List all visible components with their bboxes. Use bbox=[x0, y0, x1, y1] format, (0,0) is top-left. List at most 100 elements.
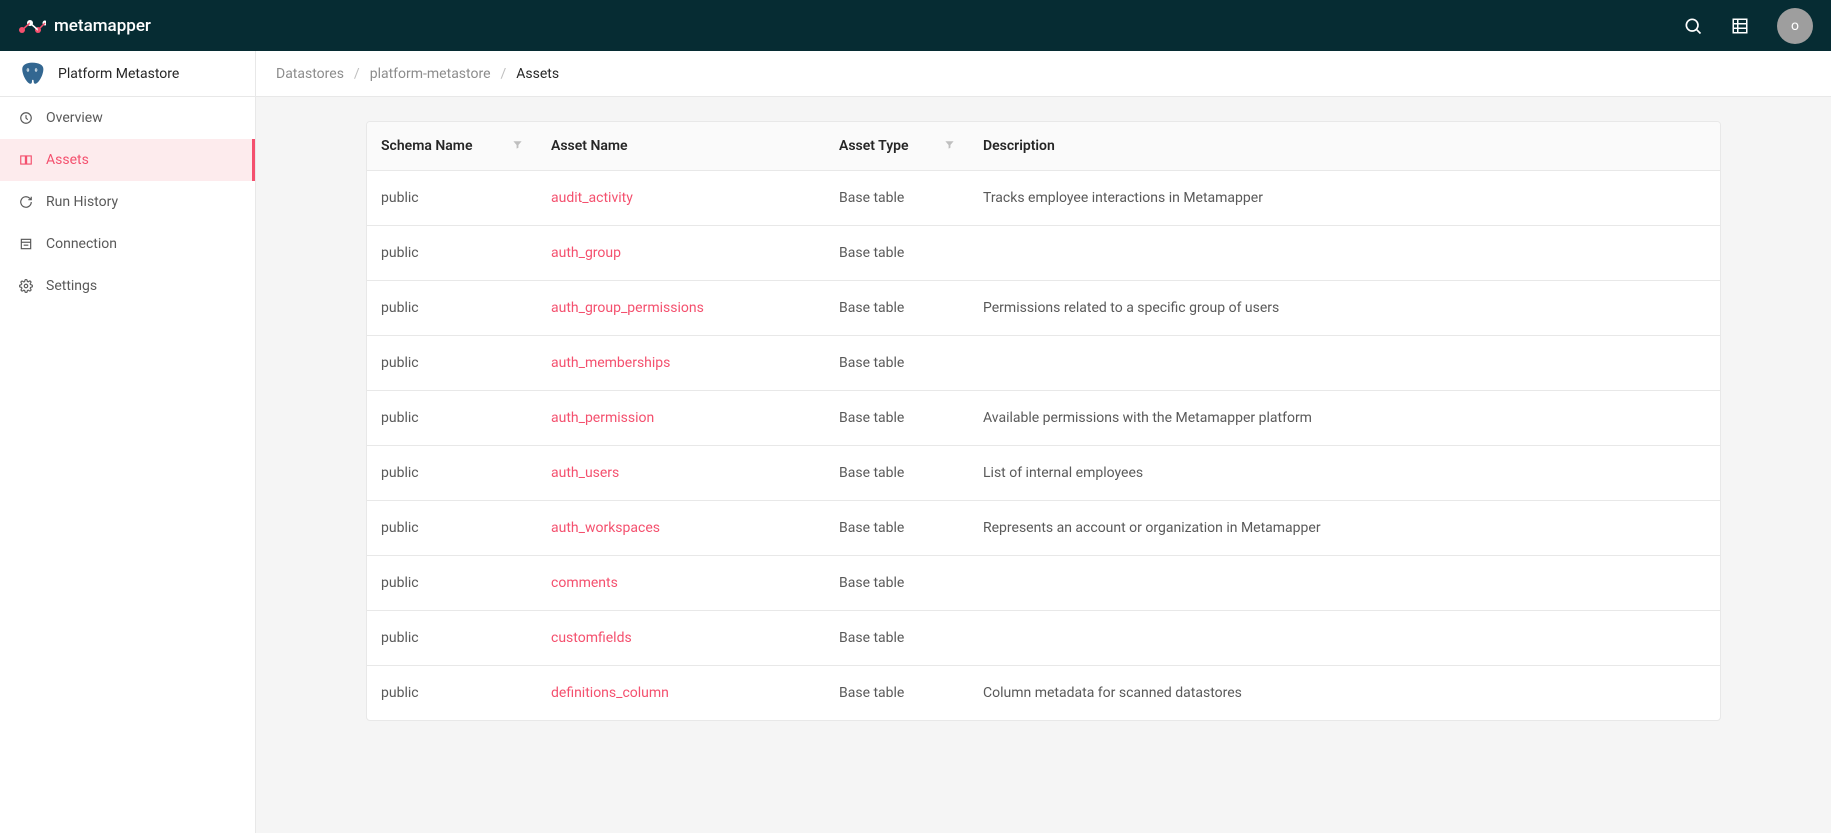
cell-schema: public bbox=[367, 501, 537, 556]
cell-asset: customfields bbox=[537, 611, 825, 666]
cell-description: Available permissions with the Metamappe… bbox=[969, 391, 1720, 446]
breadcrumb: Datastores / platform-metastore / Assets bbox=[256, 51, 1831, 97]
cell-description: Column metadata for scanned datastores bbox=[969, 666, 1720, 721]
list-icon[interactable] bbox=[1731, 17, 1749, 35]
cell-schema: public bbox=[367, 171, 537, 226]
table-row: public auth_users Base tableList of intern… bbox=[367, 446, 1720, 501]
cell-asset: auth_group bbox=[537, 226, 825, 281]
sidebar-nav: Overview Assets Run History Connection bbox=[0, 97, 255, 307]
main: Datastores / platform-metastore / Assets… bbox=[256, 51, 1831, 833]
cell-asset: auth_workspaces bbox=[537, 501, 825, 556]
table-row: public comments Base table bbox=[367, 556, 1720, 611]
cell-schema: public bbox=[367, 391, 537, 446]
header-right: o bbox=[1683, 8, 1813, 44]
column-header-label: Asset Type bbox=[839, 138, 909, 154]
breadcrumb-separator: / bbox=[354, 66, 360, 82]
postgres-icon bbox=[18, 60, 46, 88]
cell-schema: public bbox=[367, 226, 537, 281]
asset-link[interactable]: auth_group bbox=[551, 245, 621, 261]
cell-description: List of internal employees bbox=[969, 446, 1720, 501]
cell-description: Tracks employee interactions in Metamapp… bbox=[969, 171, 1720, 226]
logo-icon bbox=[18, 18, 46, 34]
column-header-type[interactable]: Asset Type bbox=[825, 122, 969, 171]
cell-description bbox=[969, 336, 1720, 391]
cell-type: Base table bbox=[825, 446, 969, 501]
cell-schema: public bbox=[367, 611, 537, 666]
profile-icon bbox=[18, 237, 34, 251]
sidebar-item-settings[interactable]: Settings bbox=[0, 265, 255, 307]
brand-logo[interactable]: metamapper bbox=[18, 16, 151, 36]
asset-link[interactable]: audit_activity bbox=[551, 190, 633, 206]
cell-asset: auth_permission bbox=[537, 391, 825, 446]
breadcrumb-item[interactable]: Datastores bbox=[276, 66, 344, 82]
cell-asset: auth_group_permissions bbox=[537, 281, 825, 336]
table-row: publiccustomfieldsBase table bbox=[367, 611, 1720, 666]
column-header-label: Asset Name bbox=[551, 138, 628, 154]
asset-link[interactable]: auth_workspaces bbox=[551, 520, 660, 536]
sidebar-item-label: Assets bbox=[46, 152, 89, 168]
table-row: public audit_activity Base tableTracks emp… bbox=[367, 171, 1720, 226]
breadcrumb-separator: / bbox=[501, 66, 507, 82]
search-icon[interactable] bbox=[1683, 16, 1703, 36]
column-header-asset[interactable]: Asset Name bbox=[537, 122, 825, 171]
asset-link[interactable]: comments bbox=[551, 575, 618, 591]
breadcrumb-item-current: Assets bbox=[516, 66, 559, 82]
asset-link[interactable]: auth_memberships bbox=[551, 355, 670, 371]
column-header-schema[interactable]: Schema Name bbox=[367, 122, 537, 171]
breadcrumb-item[interactable]: platform-metastore bbox=[370, 66, 491, 82]
dashboard-icon bbox=[18, 111, 34, 125]
assets-table: Schema Name Asset Name bbox=[367, 122, 1720, 720]
asset-link[interactable]: definitions_column bbox=[551, 685, 669, 701]
filter-icon[interactable] bbox=[944, 139, 955, 153]
table-row: public auth_group Base table bbox=[367, 226, 1720, 281]
brand-name: metamapper bbox=[54, 16, 151, 36]
sidebar-item-connection[interactable]: Connection bbox=[0, 223, 255, 265]
sync-icon bbox=[18, 195, 34, 209]
cell-schema: public bbox=[367, 556, 537, 611]
table-row: public definitions_column Base tableColumn… bbox=[367, 666, 1720, 721]
content: Schema Name Asset Name bbox=[256, 97, 1831, 745]
cell-schema: public bbox=[367, 446, 537, 501]
cell-description bbox=[969, 556, 1720, 611]
sidebar-item-label: Connection bbox=[46, 236, 117, 252]
cell-asset: comments bbox=[537, 556, 825, 611]
column-header-label: Description bbox=[983, 138, 1055, 154]
cell-asset: auth_users bbox=[537, 446, 825, 501]
cell-type: Base table bbox=[825, 666, 969, 721]
assets-table-wrap: Schema Name Asset Name bbox=[366, 121, 1721, 721]
column-header-label: Schema Name bbox=[381, 138, 472, 154]
cell-asset: audit_activity bbox=[537, 171, 825, 226]
gear-icon bbox=[18, 279, 34, 293]
table-row: publicauth_workspacesBase tableRepresent… bbox=[367, 501, 1720, 556]
datastore-name: Platform Metastore bbox=[58, 66, 179, 82]
cell-type: Base table bbox=[825, 281, 969, 336]
asset-link[interactable]: auth_users bbox=[551, 465, 619, 481]
header: metamapper o bbox=[0, 0, 1831, 51]
cell-description bbox=[969, 226, 1720, 281]
avatar[interactable]: o bbox=[1777, 8, 1813, 44]
column-header-description[interactable]: Description bbox=[969, 122, 1720, 171]
sidebar-item-run-history[interactable]: Run History bbox=[0, 181, 255, 223]
book-icon bbox=[18, 153, 34, 167]
table-row: publicauth_group_permissionsBase tablePe… bbox=[367, 281, 1720, 336]
asset-link[interactable]: auth_group_permissions bbox=[551, 300, 704, 316]
cell-type: Base table bbox=[825, 226, 969, 281]
cell-asset: definitions_column bbox=[537, 666, 825, 721]
table-row: public auth_permission Base tableAvailable… bbox=[367, 391, 1720, 446]
cell-schema: public bbox=[367, 666, 537, 721]
cell-type: Base table bbox=[825, 171, 969, 226]
asset-link[interactable]: auth_permission bbox=[551, 410, 654, 426]
sidebar-item-overview[interactable]: Overview bbox=[0, 97, 255, 139]
asset-link[interactable]: customfields bbox=[551, 630, 632, 646]
cell-description bbox=[969, 611, 1720, 666]
avatar-letter: o bbox=[1791, 18, 1799, 34]
cell-description: Represents an account or organization in… bbox=[969, 501, 1720, 556]
sidebar-item-assets[interactable]: Assets bbox=[0, 139, 255, 181]
sidebar-item-label: Overview bbox=[46, 110, 103, 126]
cell-type: Base table bbox=[825, 556, 969, 611]
cell-type: Base table bbox=[825, 391, 969, 446]
sidebar-header: Platform Metastore bbox=[0, 51, 255, 97]
filter-icon[interactable] bbox=[512, 139, 523, 153]
sidebar-item-label: Settings bbox=[46, 278, 97, 294]
cell-type: Base table bbox=[825, 336, 969, 391]
